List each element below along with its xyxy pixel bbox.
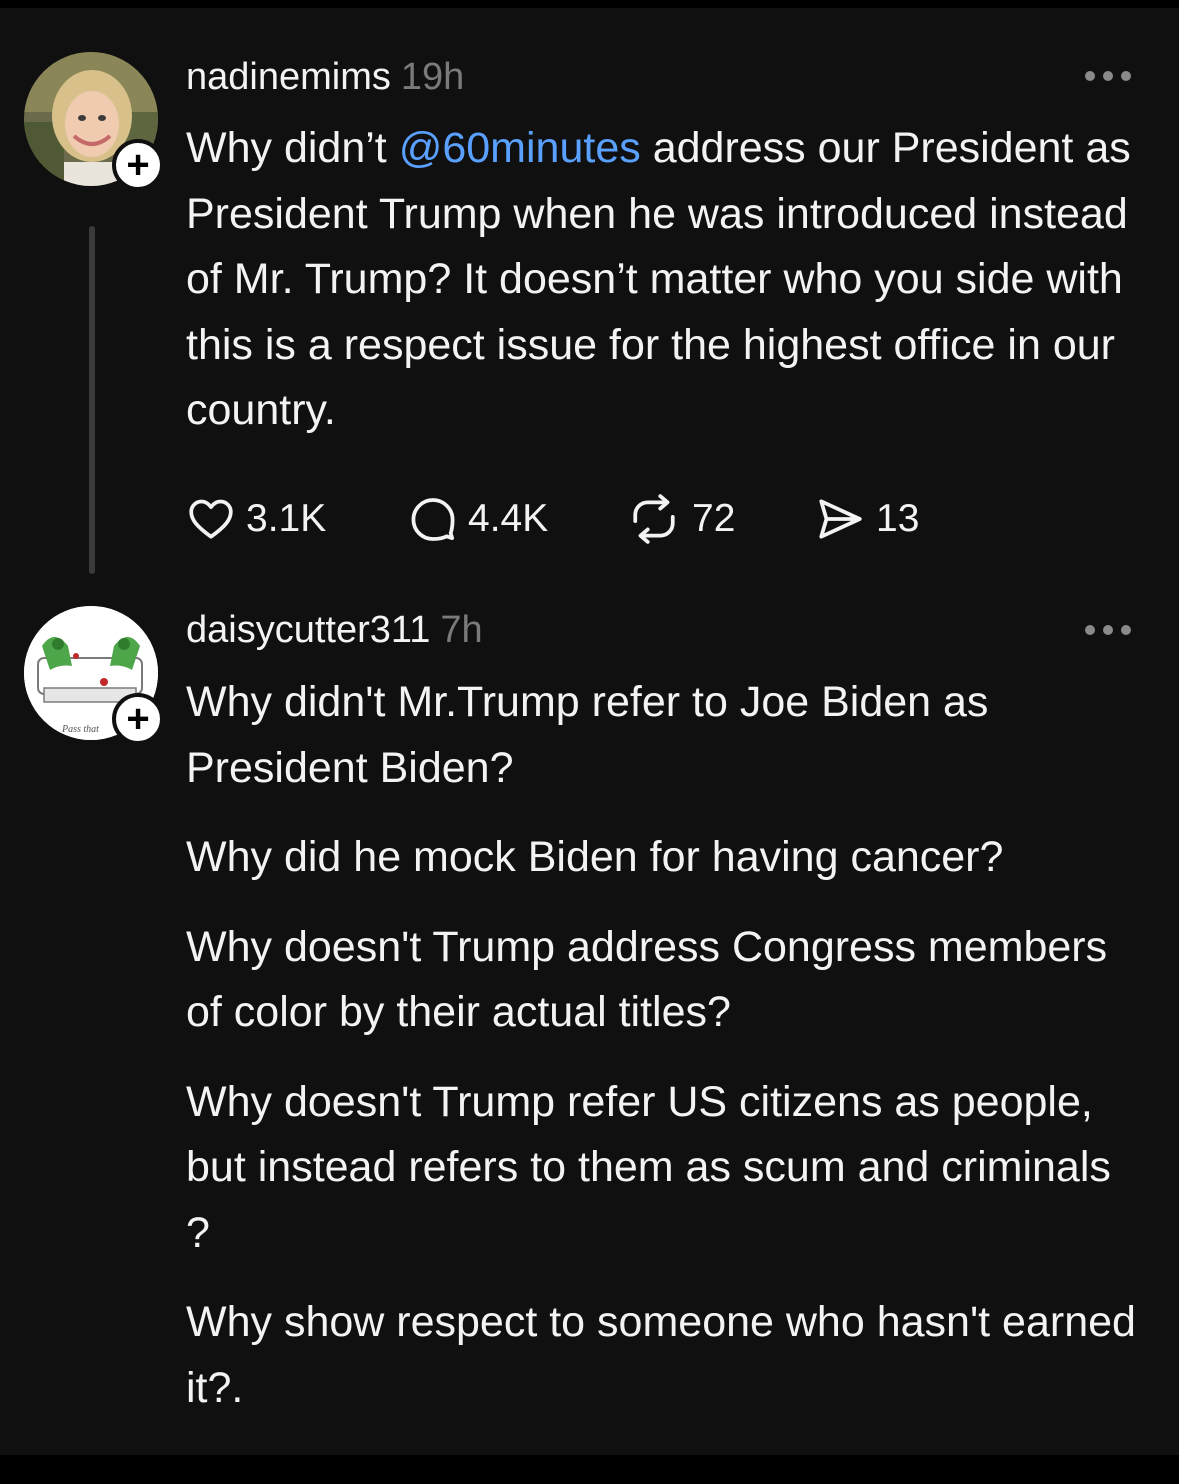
repost-button[interactable]: 72 xyxy=(626,494,735,544)
post-text-part: Why didn’t xyxy=(186,124,399,172)
post-header: nadinemims 19h xyxy=(186,54,464,100)
post-body: Why didn't Mr.Trump refer to Joe Biden a… xyxy=(186,670,1146,1445)
mention-link[interactable]: @60minutes xyxy=(399,124,641,172)
timestamp: 19h xyxy=(400,56,465,98)
share-button[interactable]: 13 xyxy=(814,494,919,544)
username[interactable]: daisycutter311 xyxy=(186,609,430,651)
post-paragraph: Why did he mock Biden for having cancer? xyxy=(186,833,1004,881)
username[interactable]: nadinemims xyxy=(186,56,391,98)
send-icon xyxy=(819,499,862,539)
post-paragraph: Why show respect to someone who hasn't e… xyxy=(186,1298,1136,1412)
follow-plus-icon[interactable]: + xyxy=(112,139,164,191)
follow-plus-icon[interactable]: + xyxy=(112,693,164,745)
post-body: Why didn’t @60minutes address our Presid… xyxy=(186,116,1146,468)
post-header: daisycutter311 7h xyxy=(186,607,483,653)
comment-icon xyxy=(411,498,455,541)
repost-icon xyxy=(633,494,675,544)
post-paragraph: Why didn't Mr.Trump refer to Joe Biden a… xyxy=(186,678,989,792)
heart-icon xyxy=(189,499,233,539)
post-paragraph: Why doesn't Trump address Congress membe… xyxy=(186,922,1108,1037)
like-count: 3.1K xyxy=(246,497,327,540)
timestamp: 7h xyxy=(440,609,483,651)
reply-count: 4.4K xyxy=(468,497,549,540)
thread-connector-line xyxy=(89,226,95,574)
share-count: 13 xyxy=(876,497,920,540)
more-options-icon[interactable] xyxy=(1085,624,1131,636)
more-options-icon[interactable] xyxy=(1085,70,1131,82)
post-paragraph: Why doesn't Trump refer US citizens as p… xyxy=(186,1077,1111,1257)
post-text: Why didn’t @60minutes address our Presid… xyxy=(186,116,1146,444)
like-button[interactable]: 3.1K xyxy=(186,494,326,544)
reply-button[interactable]: 4.4K xyxy=(408,494,548,544)
repost-count: 72 xyxy=(692,497,736,540)
avatar-caption: Pass that xyxy=(61,724,99,735)
